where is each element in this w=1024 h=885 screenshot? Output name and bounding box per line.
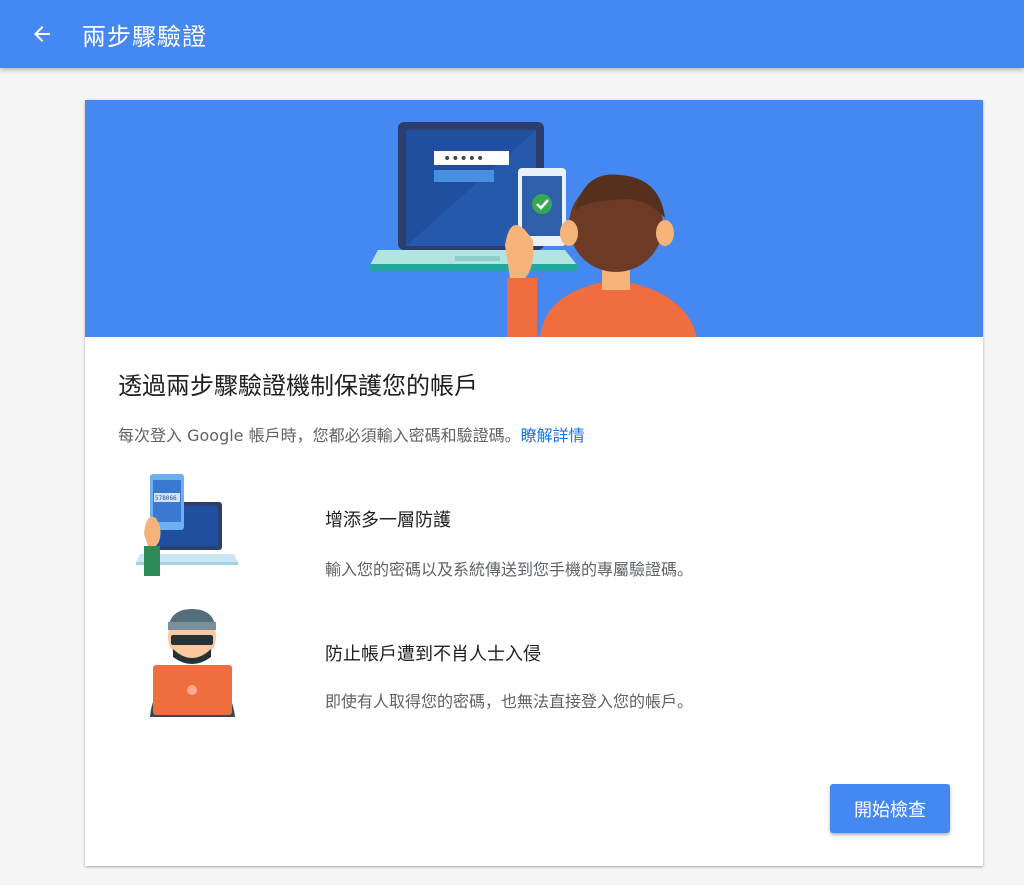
feature-desc-prevent-intrusion: 即使有人取得您的密碼，也無法直接登入您的帳戶。 bbox=[325, 692, 694, 711]
back-button[interactable] bbox=[22, 14, 62, 54]
phone-laptop-icon: 578066 bbox=[136, 474, 238, 576]
intro-sentence: 每次登入 Google 帳戶時，您都必須輸入密碼和驗證碼。 bbox=[118, 426, 521, 445]
app-bar: 兩步驟驗證 bbox=[0, 0, 1024, 68]
start-button[interactable]: 開始檢查 bbox=[830, 784, 950, 833]
arrow-left-icon bbox=[34, 26, 50, 42]
verification-code: 578066 bbox=[155, 495, 177, 502]
feature-desc-extra-protection: 輸入您的密碼以及系統傳送到您手機的專屬驗證碼。 bbox=[325, 560, 694, 579]
page-title: 兩步驟驗證 bbox=[82, 22, 207, 51]
intro-text: 每次登入 Google 帳戶時，您都必須輸入密碼和驗證碼。瞭解詳情 bbox=[118, 422, 585, 446]
hero-banner: ••••• bbox=[85, 100, 983, 337]
feature-title-prevent-intrusion: 防止帳戶遭到不肖人士入侵 bbox=[325, 644, 541, 665]
hero-illustration: ••••• bbox=[370, 122, 697, 337]
learn-more-link[interactable]: 瞭解詳情 bbox=[521, 426, 585, 445]
feature-title-extra-protection: 增添多一層防護 bbox=[325, 510, 451, 531]
headline: 透過兩步驟驗證機制保護您的帳戶 bbox=[118, 372, 478, 400]
main-card: ••••• 透過兩步驟驗證機制保護您的帳戶 每次登入 Google 帳戶時，您都… bbox=[85, 100, 983, 866]
password-mask: ••••• bbox=[443, 151, 484, 167]
hacker-icon bbox=[150, 609, 235, 717]
